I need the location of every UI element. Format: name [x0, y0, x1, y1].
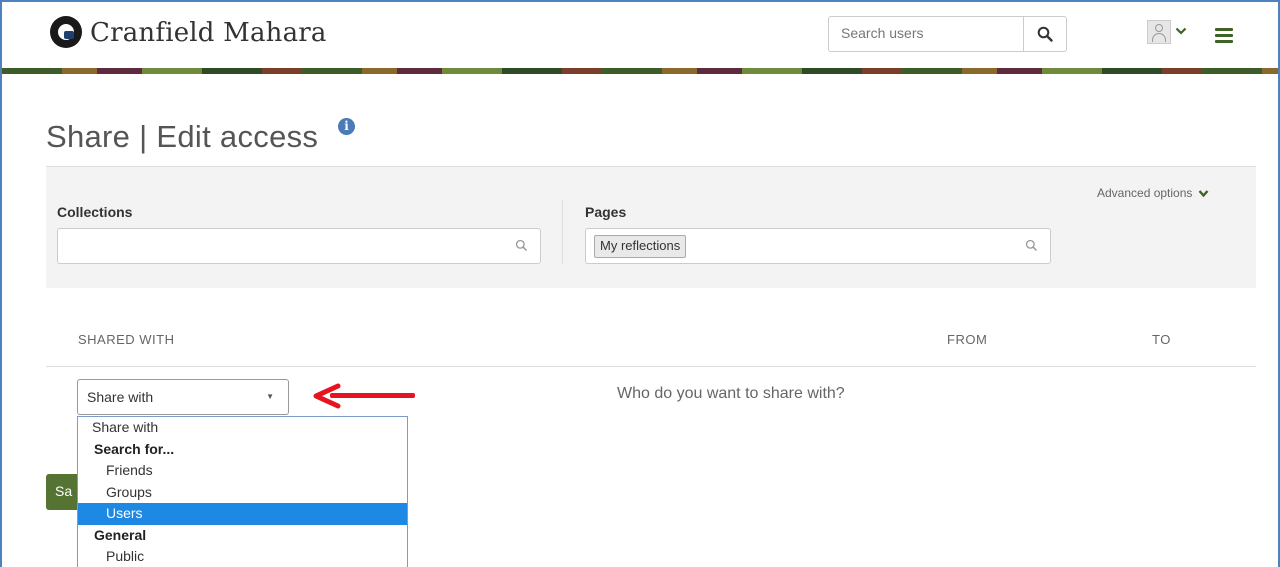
share-with-select[interactable]: Share with ▼	[77, 379, 289, 415]
option-share-with[interactable]: Share with	[78, 417, 407, 439]
page-title: Share | Edit access	[46, 119, 319, 154]
filter-divider	[562, 200, 563, 264]
col-header-shared-with: SHARED WITH	[78, 332, 175, 347]
info-icon[interactable]: i	[338, 118, 355, 135]
col-header-to: TO	[1152, 332, 1171, 347]
collections-field[interactable]	[57, 228, 541, 264]
option-public[interactable]: Public	[78, 546, 407, 567]
site-header: Cranfield Mahara Search users	[2, 2, 1278, 68]
annotation-arrow-shaft	[330, 393, 415, 398]
share-with-selected-value: Share with	[87, 389, 154, 405]
search-users-input[interactable]: Search users	[828, 16, 1024, 52]
annotation-arrow-icon	[313, 383, 341, 409]
filter-panel	[46, 166, 1256, 288]
advanced-options-toggle[interactable]: Advanced options	[1097, 186, 1209, 200]
hamburger-menu-icon[interactable]	[1215, 28, 1233, 43]
pages-field[interactable]: My reflections	[585, 228, 1051, 264]
header-banner	[2, 68, 1278, 74]
pages-label: Pages	[585, 204, 627, 220]
search-button[interactable]	[1023, 16, 1067, 52]
search-icon	[1025, 239, 1038, 252]
advanced-options-label: Advanced options	[1097, 186, 1193, 200]
option-groups[interactable]: Groups	[78, 482, 407, 504]
table-header-divider	[46, 366, 1256, 367]
share-with-dropdown-list: Share with Search for... Friends Groups …	[77, 416, 408, 567]
collections-label: Collections	[57, 204, 133, 220]
chevron-down-icon[interactable]	[1175, 26, 1187, 36]
caret-down-icon: ▼	[266, 392, 274, 401]
option-friends[interactable]: Friends	[78, 460, 407, 482]
optgroup-search-for: Search for...	[94, 440, 175, 457]
search-icon	[515, 239, 528, 252]
search-icon	[1037, 26, 1053, 42]
pages-tag[interactable]: My reflections	[594, 235, 687, 258]
col-header-from: FROM	[947, 332, 988, 347]
user-avatar-icon[interactable]	[1147, 20, 1171, 44]
cranfield-logo[interactable]	[50, 16, 82, 48]
site-title[interactable]: Cranfield Mahara	[90, 18, 327, 48]
share-prompt: Who do you want to share with?	[617, 385, 845, 402]
option-users[interactable]: Users	[78, 503, 407, 525]
chevron-down-icon	[1198, 190, 1209, 198]
optgroup-general: General	[94, 526, 147, 543]
